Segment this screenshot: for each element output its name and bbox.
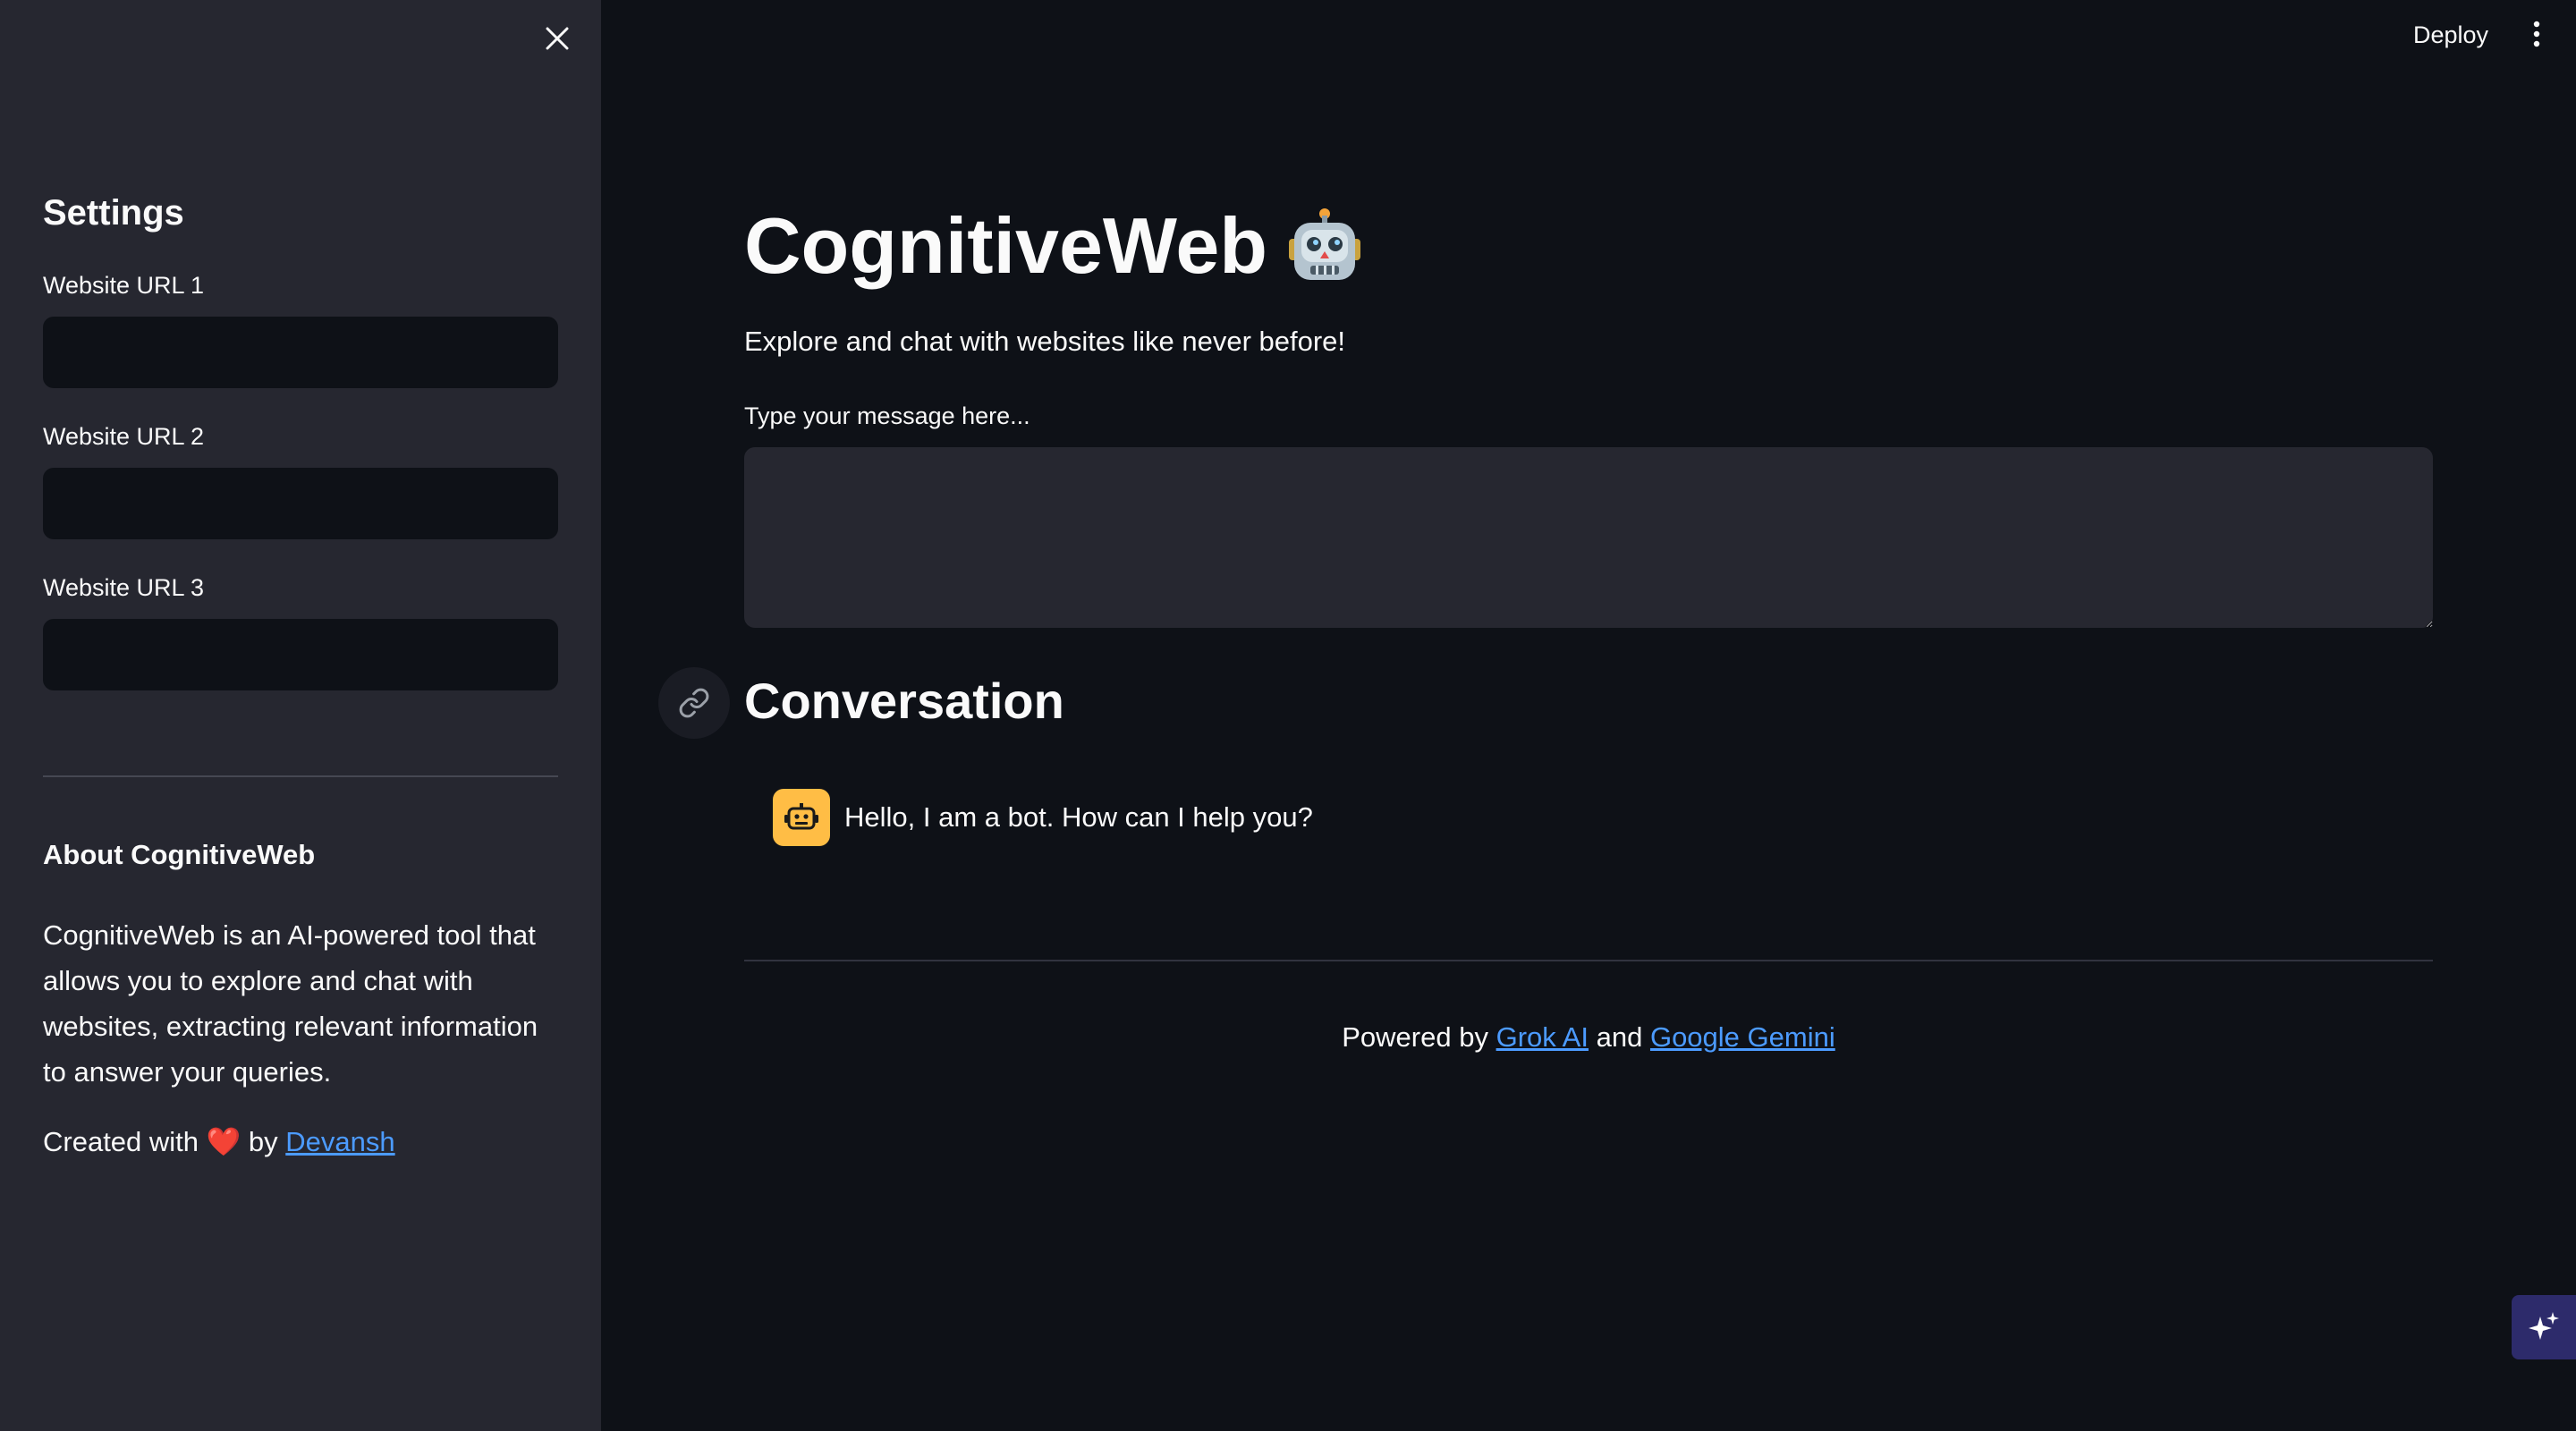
footer-conj: and	[1596, 1021, 1643, 1053]
main-divider	[744, 960, 2433, 961]
conversation-title: Conversation	[744, 673, 1064, 729]
main-menu-button[interactable]	[2521, 16, 2553, 52]
sidebar: Settings Website URL 1 Website URL 2 Web…	[0, 0, 601, 1431]
message-textarea[interactable]	[744, 447, 2433, 628]
about-title: About CognitiveWeb	[43, 839, 316, 870]
robot-emoji-icon	[1289, 207, 1361, 285]
website-url-1-input[interactable]	[43, 317, 558, 388]
sidebar-title: Settings	[43, 193, 184, 233]
heart-icon: ❤️	[206, 1126, 242, 1157]
chat-message: Hello, I am a bot. How can I help you?	[773, 789, 1313, 846]
bot-icon	[784, 803, 818, 830]
created-prefix: Created with	[43, 1126, 199, 1157]
website-url-2-label: Website URL 2	[43, 423, 205, 450]
link-icon	[679, 688, 709, 718]
anchor-link-button[interactable]	[658, 667, 730, 739]
website-url-3-input[interactable]	[43, 619, 558, 690]
page-title: CognitiveWeb	[744, 197, 1361, 295]
ai-assistant-button[interactable]	[2512, 1295, 2576, 1359]
bot-avatar	[773, 789, 830, 846]
grok-ai-link[interactable]: Grok AI	[1496, 1021, 1589, 1053]
website-url-3-label: Website URL 3	[43, 574, 205, 601]
footer: Powered by Grok AI and Google Gemini	[744, 1021, 2433, 1054]
about-text: CognitiveWeb is an AI-powered tool that …	[43, 919, 538, 1088]
sidebar-close-button[interactable]	[540, 21, 574, 55]
author-link[interactable]: Devansh	[285, 1126, 394, 1157]
website-url-2-input[interactable]	[43, 468, 558, 539]
bot-message-text: Hello, I am a bot. How can I help you?	[844, 801, 1313, 833]
close-icon	[546, 27, 569, 50]
page-subtitle: Explore and chat with websites like neve…	[744, 326, 1346, 357]
sparkle-icon	[2529, 1312, 2559, 1340]
created-with-line: Created with ❤️ by Devansh	[43, 1125, 395, 1158]
website-url-1-label: Website URL 1	[43, 272, 205, 299]
page-title-text: CognitiveWeb	[744, 201, 1268, 290]
google-gemini-link[interactable]: Google Gemini	[1650, 1021, 1835, 1053]
deploy-button[interactable]: Deploy	[2397, 18, 2504, 53]
footer-prefix: Powered by	[1342, 1021, 1488, 1053]
created-by: by	[248, 1126, 278, 1157]
sidebar-divider	[43, 775, 558, 777]
vertical-dots-icon	[2533, 21, 2540, 47]
message-label: Type your message here...	[744, 402, 1030, 429]
